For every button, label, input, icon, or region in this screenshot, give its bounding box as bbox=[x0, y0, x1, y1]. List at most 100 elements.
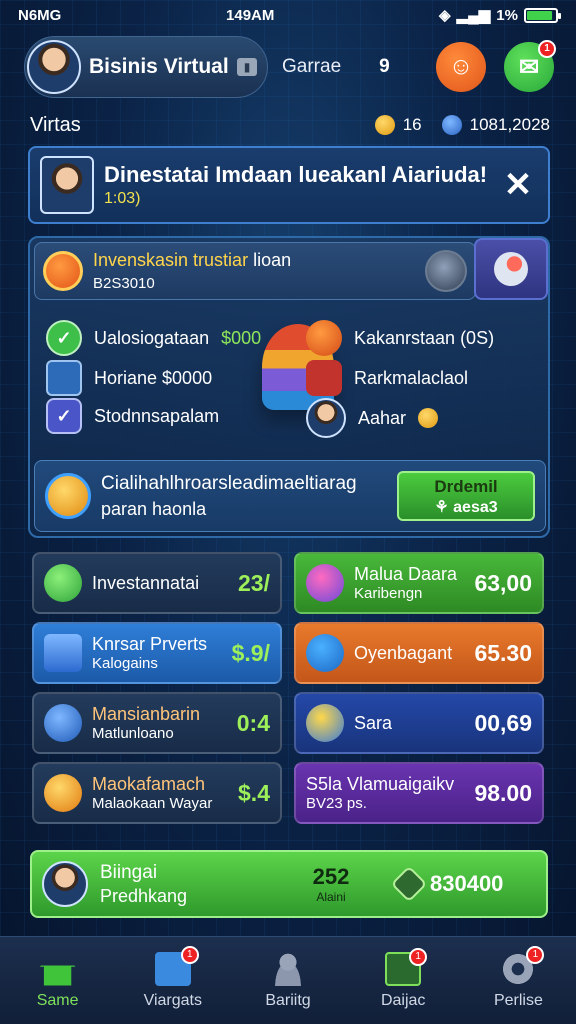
card-investannatai[interactable]: Investannatai 23/ bbox=[32, 552, 282, 614]
envelope-check-icon: ✉ bbox=[518, 53, 540, 81]
blue-coin-icon bbox=[441, 115, 462, 135]
feature-item[interactable]: ✓ Stodnnsapalam bbox=[46, 398, 219, 434]
card-title: Investannatai bbox=[92, 572, 200, 593]
bottom-nav: Same 1 Viargats Bariitg 1 Daijac 1 Perli… bbox=[0, 936, 576, 1024]
wifi-icon: ◈ bbox=[439, 7, 451, 24]
clock: 149AM bbox=[226, 6, 275, 24]
card-sub: Kalogains bbox=[92, 655, 158, 672]
task-icon: 1 bbox=[385, 947, 428, 986]
banner-subtitle: 1:03) bbox=[104, 190, 141, 207]
banner-avatar bbox=[40, 156, 94, 214]
section-row: Virtas 16 1081,2028 bbox=[30, 112, 550, 138]
card-title: Mansianbarin bbox=[92, 704, 201, 724]
investment-icon bbox=[43, 251, 83, 291]
nav-badge: 1 bbox=[526, 945, 545, 964]
feature-label: Ualosiogataan bbox=[94, 327, 210, 348]
feature-label: Horiane $0000 bbox=[94, 367, 213, 388]
notification-banner[interactable]: Dinestatai Imdaan lueakanl Aiariuda! 1:0… bbox=[28, 146, 550, 224]
chart-tile-icon bbox=[46, 360, 82, 396]
feature-label: Aahar bbox=[358, 407, 407, 428]
document-icon bbox=[44, 634, 82, 672]
check-icon: ✓ bbox=[46, 320, 82, 356]
feature-item[interactable]: Kakanrstaan (0S) bbox=[306, 320, 494, 356]
messages-button[interactable]: ✉ 1 bbox=[504, 40, 556, 92]
lock-icon[interactable]: ▮ bbox=[237, 58, 257, 76]
section-title: Virtas bbox=[30, 113, 81, 136]
nav-item-messages[interactable]: 1 Viargats bbox=[115, 937, 230, 1024]
card-sara[interactable]: Sara 00,69 bbox=[294, 692, 544, 754]
feature-item[interactable]: ✓ Ualosiogataan $000 bbox=[46, 320, 261, 356]
card-oyenbagant[interactable]: Oyenbagant 65.30 bbox=[294, 622, 544, 684]
status-bar: N6MG 149AM ◈ ▂▄▆ 1% bbox=[0, 0, 576, 30]
challenge-button[interactable]: Drdemil ⚘ aesa3 bbox=[397, 471, 535, 521]
summary-center: 252 Alaini bbox=[276, 864, 386, 904]
header-glyph[interactable]: 9 bbox=[379, 56, 390, 78]
coins-icon bbox=[44, 774, 82, 812]
card-title: Knrsar Prverts bbox=[92, 634, 208, 654]
nav-item-group[interactable]: Bariitg bbox=[230, 937, 345, 1024]
card-mansianbarin[interactable]: Mansianbarin Matlunloano 0:4 bbox=[32, 692, 282, 754]
gold-coin-icon bbox=[374, 115, 395, 135]
banner-title: Dinestatai Imdaan lueakanl Aiariuda! bbox=[104, 162, 488, 187]
growth-icon bbox=[44, 564, 82, 602]
group-icon bbox=[270, 951, 306, 986]
challenge-sub: paran haonla bbox=[101, 498, 207, 519]
nav-label: Viargats bbox=[143, 991, 202, 1009]
gem-icon bbox=[390, 865, 428, 903]
status-icons: ◈ ▂▄▆ 1% bbox=[439, 6, 561, 24]
tools-button[interactable] bbox=[474, 238, 548, 300]
nav-item-tasks[interactable]: 1 Daijac bbox=[346, 937, 461, 1024]
messages-badge: 1 bbox=[538, 40, 556, 58]
card-sub: BV23 ps. bbox=[306, 795, 367, 812]
card-sub: Malaokaan Wayar bbox=[92, 795, 213, 812]
card-title: Malua Daara bbox=[354, 564, 458, 584]
feature-item[interactable]: Rarkmalaclaol bbox=[306, 360, 468, 396]
battery-percent: 1% bbox=[496, 6, 518, 24]
card-value: $.4 bbox=[238, 779, 270, 806]
app-header: Bisinis Virtual ▮ Garrae 9 ☺ ✉ 1 bbox=[24, 34, 556, 100]
feature-item[interactable]: Horiane $0000 bbox=[46, 360, 212, 396]
banner-text: Dinestatai Imdaan lueakanl Aiariuda! 1:0… bbox=[104, 162, 498, 208]
panel-header[interactable]: Invenskasin trustiar lioan B2S3010 bbox=[34, 242, 476, 300]
summary-center-value: 252 bbox=[312, 864, 350, 889]
nav-label: Bariitg bbox=[265, 991, 311, 1009]
arrow-icon bbox=[44, 704, 82, 742]
header-label[interactable]: Garrae bbox=[282, 56, 341, 78]
card-title: Sara bbox=[354, 712, 393, 733]
card-value: $.9/ bbox=[231, 639, 270, 666]
summary-title: Biingai bbox=[100, 861, 158, 883]
card-sub: Karibengn bbox=[354, 585, 423, 602]
summary-right: 830400 bbox=[390, 865, 536, 903]
feature-label: Kakanrstaan (0S) bbox=[354, 327, 495, 348]
summary-center-sub: Alaini bbox=[316, 890, 346, 904]
investment-panel: Invenskasin trustiar lioan B2S3010 ✓ Ual… bbox=[28, 236, 550, 538]
close-icon[interactable]: ✕ bbox=[498, 165, 538, 205]
nav-label: Daijac bbox=[380, 991, 426, 1009]
profile-pill[interactable]: Bisinis Virtual ▮ bbox=[24, 36, 268, 98]
card-knrsar-prverts[interactable]: Knrsar Prverts Kalogains $.9/ bbox=[32, 622, 282, 684]
nav-item-settings[interactable]: 1 Perlise bbox=[461, 937, 576, 1024]
check-icon: ✓ bbox=[46, 398, 82, 434]
challenge-text: Cialihahlhroarsleadimaeltiarag paran hao… bbox=[101, 473, 397, 520]
card-s5la[interactable]: S5la Vlamuaigaikv BV23 ps. 98.00 bbox=[294, 762, 544, 824]
red-box-icon bbox=[306, 360, 342, 396]
profile-button[interactable]: ☺ bbox=[436, 42, 486, 92]
nav-item-home[interactable]: Same bbox=[0, 937, 115, 1024]
challenge-card[interactable]: Cialihahlhroarsleadimaeltiarag paran hao… bbox=[34, 460, 546, 532]
card-value: 65.30 bbox=[474, 639, 532, 666]
nav-label: Perlise bbox=[493, 991, 543, 1009]
feature-item[interactable]: Aahar bbox=[306, 398, 446, 438]
gold-coin-icon bbox=[418, 408, 439, 428]
star-icon bbox=[306, 704, 344, 742]
battery-icon bbox=[523, 7, 561, 23]
profile-name: Bisinis Virtual bbox=[89, 55, 229, 78]
panel-header-title: Invenskasin trustiar lioan bbox=[93, 250, 292, 270]
feature-label: Rarkmalaclaol bbox=[354, 367, 469, 388]
card-malua-daara[interactable]: Malua Daara Karibengn 63,00 bbox=[294, 552, 544, 614]
card-maokafamach[interactable]: Maokafamach Malaokaan Wayar $.4 bbox=[32, 762, 282, 824]
people-icon bbox=[306, 564, 344, 602]
summary-bar[interactable]: Biingai Predhkang 252 Alaini 830400 bbox=[30, 850, 548, 918]
card-value: 98.00 bbox=[474, 779, 532, 806]
coin-stat: 16 bbox=[402, 115, 422, 134]
lightbulb-icon bbox=[425, 250, 467, 292]
